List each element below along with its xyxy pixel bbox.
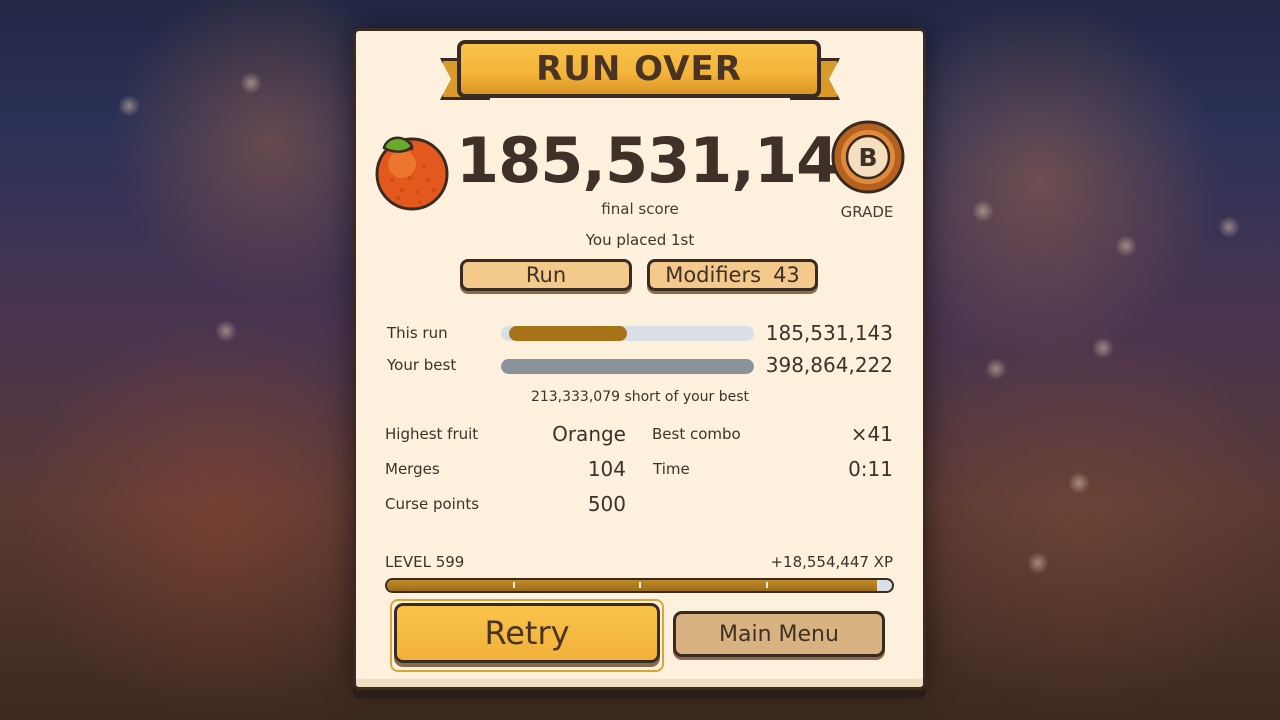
this-run-bar-fill bbox=[509, 326, 627, 341]
sparkle bbox=[985, 358, 1007, 380]
tab-modifiers[interactable]: Modifiers 43 bbox=[647, 259, 818, 291]
final-score-label: final score bbox=[601, 200, 679, 218]
curse-points-value: 500 bbox=[587, 492, 626, 516]
best-combo-value: ×41 bbox=[850, 422, 893, 446]
your-best-value: 398,864,222 bbox=[765, 353, 893, 377]
merges-value: 104 bbox=[587, 457, 626, 481]
time-label: Time bbox=[653, 460, 690, 478]
grade-label: GRADE bbox=[840, 203, 894, 221]
main-menu-button[interactable]: Main Menu bbox=[673, 611, 885, 657]
time-value: 0:11 bbox=[848, 457, 893, 481]
grade-letter: B bbox=[858, 143, 877, 172]
your-best-label: Your best bbox=[387, 356, 457, 374]
your-best-bar-fill bbox=[501, 359, 754, 374]
retry-button[interactable]: Retry bbox=[394, 603, 660, 663]
best-combo-label: Best combo bbox=[652, 425, 741, 443]
highest-fruit-label: Highest fruit bbox=[385, 425, 479, 443]
tab-modifiers-label: Modifiers bbox=[665, 263, 762, 287]
xp-gain-label: +18,554,447 XP bbox=[770, 553, 893, 571]
run-over-banner: RUN OVER bbox=[457, 40, 821, 98]
sparkle bbox=[1027, 552, 1049, 574]
placement-text: You placed 1st bbox=[585, 231, 695, 249]
short-of-best-text: 213,333,079 short of your best bbox=[530, 389, 750, 405]
tab-run[interactable]: Run bbox=[460, 259, 632, 291]
your-best-bar bbox=[501, 359, 754, 374]
main-menu-label: Main Menu bbox=[719, 621, 839, 647]
curse-points-label: Curse points bbox=[385, 495, 480, 513]
grade-medal-icon: B bbox=[831, 120, 905, 194]
sparkle bbox=[972, 200, 994, 222]
sparkle bbox=[1115, 235, 1137, 257]
xp-progress-fill bbox=[387, 580, 877, 591]
tab-run-label: Run bbox=[525, 263, 567, 287]
highest-fruit-value: Orange bbox=[552, 422, 626, 446]
xp-progress-bar bbox=[385, 578, 894, 593]
this-run-bar bbox=[501, 326, 754, 341]
xp-tick bbox=[639, 582, 641, 588]
sparkle bbox=[240, 72, 262, 94]
this-run-value: 185,531,143 bbox=[765, 321, 893, 345]
sparkle bbox=[1068, 472, 1090, 494]
sparkle bbox=[1092, 337, 1114, 359]
sparkle bbox=[118, 95, 140, 117]
xp-tick bbox=[513, 582, 515, 588]
retry-label: Retry bbox=[484, 614, 570, 652]
sparkle bbox=[1218, 216, 1240, 238]
modifiers-count: 43 bbox=[773, 263, 800, 287]
orange-icon bbox=[375, 136, 449, 211]
xp-tick bbox=[766, 582, 768, 588]
level-label: LEVEL 599 bbox=[385, 553, 465, 571]
merges-label: Merges bbox=[385, 460, 440, 478]
this-run-label: This run bbox=[387, 324, 448, 342]
final-score-value: 185,531,143 bbox=[456, 124, 881, 197]
sparkle bbox=[215, 320, 237, 342]
